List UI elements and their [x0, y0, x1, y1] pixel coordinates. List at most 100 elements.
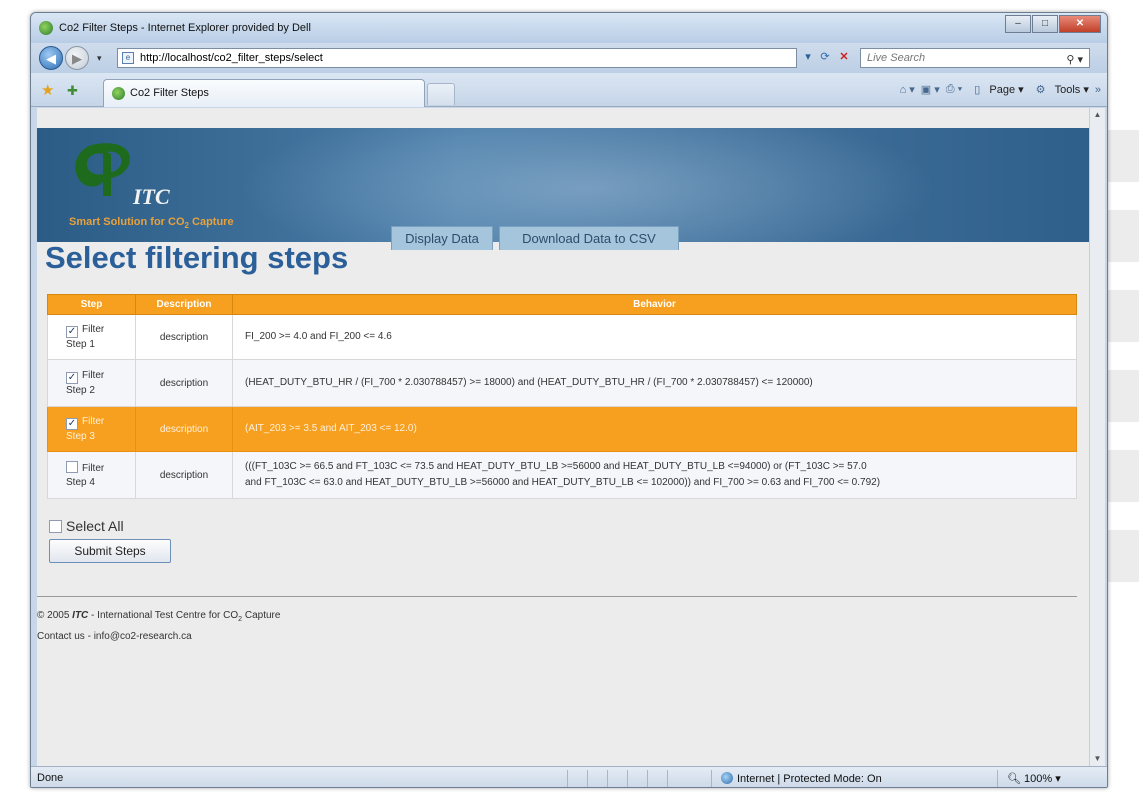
minimize-button[interactable]: –	[1005, 15, 1031, 33]
security-zone[interactable]: Internet | Protected Mode: On	[721, 772, 882, 785]
logo-text: ITC	[133, 184, 170, 209]
step-label: Filter	[82, 369, 105, 381]
maximize-button[interactable]: □	[1032, 15, 1058, 33]
filter-steps-table: Step Description Behavior ✓ Filter Step 1…	[47, 294, 1077, 499]
tools-menu[interactable]: ⚙ Tools ▾	[1030, 83, 1089, 96]
step-label: Step 4	[66, 476, 95, 488]
select-all-control[interactable]: Select All	[49, 518, 124, 534]
header-description: Description	[135, 294, 233, 315]
tab-bar: ★ ✚ Co2 Filter Steps ⌂ ▾ ▣ ▾ ⎙ ▾ ▯ Page …	[31, 73, 1107, 107]
table-row-selected: ✓ Filter Step 3 description (AIT_203 >= 3…	[47, 406, 1077, 452]
behavior-line: and FT_103C <= 63.0 and HEAT_DUTY_BTU_LB…	[245, 477, 881, 488]
step-label: Filter	[82, 415, 105, 427]
window-title: Co2 Filter Steps - Internet Explorer pro…	[59, 22, 311, 34]
submit-steps-button[interactable]: Submit Steps	[49, 539, 171, 563]
step-label: Filter	[82, 323, 105, 335]
history-dropdown-icon[interactable]: ▾	[97, 53, 102, 64]
description-cell: description	[135, 314, 233, 360]
zoom-icon: 🔍︎	[1007, 773, 1021, 785]
step-cell: ✓ Filter Step 1	[47, 314, 136, 360]
close-button[interactable]: ✕	[1059, 15, 1101, 33]
header-behavior: Behavior	[232, 294, 1077, 315]
table-row: ✓ Filter Step 2 description (HEAT_DUTY_BT…	[47, 359, 1077, 407]
step-3-checkbox[interactable]: ✓	[66, 417, 78, 430]
world-map-background	[237, 128, 937, 242]
step-2-checkbox[interactable]: ✓	[66, 371, 78, 384]
page-menu-icon: ▯	[974, 84, 981, 96]
vertical-scrollbar[interactable]: ▲ ▼	[1089, 108, 1105, 766]
title-bar: Co2 Filter Steps - Internet Explorer pro…	[31, 13, 1107, 43]
url-text: http://localhost/co2_filter_steps/select	[140, 52, 323, 64]
copyright-prefix: © 2005	[37, 610, 73, 621]
zone-label: Internet | Protected Mode: On	[737, 773, 882, 785]
behavior-cell: (HEAT_DUTY_BTU_HR / (FI_700 * 2.03078845…	[232, 359, 1077, 407]
tab-download-csv[interactable]: Download Data to CSV	[499, 226, 679, 250]
url-dropdown-icon[interactable]: ▾	[801, 48, 815, 68]
favorites-star-icon[interactable]: ★	[41, 83, 56, 98]
page-menu[interactable]: ▯ Page ▾	[968, 83, 1023, 96]
step-cell: ✓ Filter Step 3	[47, 406, 136, 452]
tab-display-data[interactable]: Display Data	[391, 226, 493, 250]
table-header-row: Step Description Behavior	[47, 294, 1077, 315]
forward-arrow-icon[interactable]: ▶	[65, 46, 89, 70]
tagline-text-2: Capture	[188, 216, 234, 228]
home-icon[interactable]: ⌂ ▾	[900, 83, 915, 96]
step-label: Step 3	[66, 430, 95, 442]
back-arrow-icon[interactable]: ◀	[39, 46, 63, 70]
site-header: ITC Smart Solution for CO2 Capture	[37, 128, 1089, 242]
footer-divider	[37, 596, 1077, 597]
select-all-checkbox[interactable]	[49, 520, 62, 533]
tab-co2-filter-steps[interactable]: Co2 Filter Steps	[103, 79, 425, 107]
behavior-cell: (AIT_203 >= 3.5 and AIT_203 <= 12.0)	[232, 406, 1077, 452]
url-field[interactable]: e http://localhost/co2_filter_steps/sele…	[117, 48, 797, 68]
add-favorites-icon[interactable]: ✚	[67, 83, 78, 98]
search-icon[interactable]: ⚲ ▾	[1066, 51, 1083, 69]
tab-page-icon	[112, 87, 125, 100]
step-4-checkbox[interactable]	[66, 460, 78, 473]
zoom-level: 100%	[1024, 773, 1053, 785]
status-bar: Done Internet | Protected Mode: On 🔍︎ 10…	[31, 766, 1107, 787]
logo-tagline: Smart Solution for CO2 Capture	[69, 216, 234, 230]
chevron-more-icon[interactable]: »	[1095, 84, 1101, 96]
table-row: Filter Step 4 description (((FT_103C >= …	[47, 451, 1077, 499]
ie-app-icon	[39, 21, 53, 35]
step-cell: Filter Step 4	[47, 451, 136, 499]
step-label: Filter	[82, 462, 105, 474]
footer-contact[interactable]: Contact us - info@co2-research.ca	[37, 631, 192, 642]
behavior-cell: FI_200 >= 4.0 and FI_200 <= 4.6	[232, 314, 1077, 360]
tools-menu-label: Tools	[1054, 84, 1081, 96]
scroll-down-icon[interactable]: ▼	[1090, 752, 1105, 766]
header-step: Step	[47, 294, 136, 315]
step-label: Step 2	[66, 384, 95, 396]
behavior-line: (((FT_103C >= 66.5 and FT_103C <= 73.5 a…	[245, 461, 867, 472]
step-cell: ✓ Filter Step 2	[47, 359, 136, 407]
scroll-up-icon[interactable]: ▲	[1090, 108, 1105, 122]
browser-window: Co2 Filter Steps - Internet Explorer pro…	[30, 12, 1108, 788]
tools-icon: ⚙	[1035, 84, 1046, 96]
copyright-text: - International Test Centre for CO	[88, 610, 239, 621]
description-cell: description	[135, 451, 233, 499]
search-input[interactable]: Live Search ⚲ ▾	[860, 48, 1090, 68]
description-cell: description	[135, 406, 233, 452]
table-row: ✓ Filter Step 1 description FI_200 >= 4.0…	[47, 314, 1077, 360]
behavior-cell: (((FT_103C >= 66.5 and FT_103C <= 73.5 a…	[232, 451, 1077, 499]
print-icon[interactable]: ⎙ ▾	[946, 83, 962, 96]
stop-icon[interactable]: ✕	[836, 48, 852, 68]
refresh-icon[interactable]: ⟳	[817, 48, 833, 68]
tagline-text-1: Smart Solution for CO	[69, 216, 185, 228]
window-controls: – □ ✕	[1004, 15, 1101, 33]
globe-icon	[721, 772, 733, 784]
new-tab-button[interactable]	[427, 83, 455, 105]
copyright-brand: ITC	[72, 610, 89, 621]
page-icon: e	[122, 52, 134, 64]
zoom-control[interactable]: 🔍︎ 100% ▾	[1007, 772, 1061, 785]
page-title: Select filtering steps	[45, 240, 349, 275]
feeds-icon[interactable]: ▣ ▾	[921, 83, 940, 96]
status-text: Done	[37, 772, 64, 784]
step-label: Step 1	[66, 338, 95, 350]
page-viewport: ITC Smart Solution for CO2 Capture Displ…	[37, 108, 1089, 766]
page-menu-label: Page	[989, 84, 1016, 96]
select-all-label: Select All	[66, 518, 124, 534]
command-bar: ⌂ ▾ ▣ ▾ ⎙ ▾ ▯ Page ▾ ⚙ Tools ▾ »	[894, 83, 1101, 96]
step-1-checkbox[interactable]: ✓	[66, 325, 78, 338]
